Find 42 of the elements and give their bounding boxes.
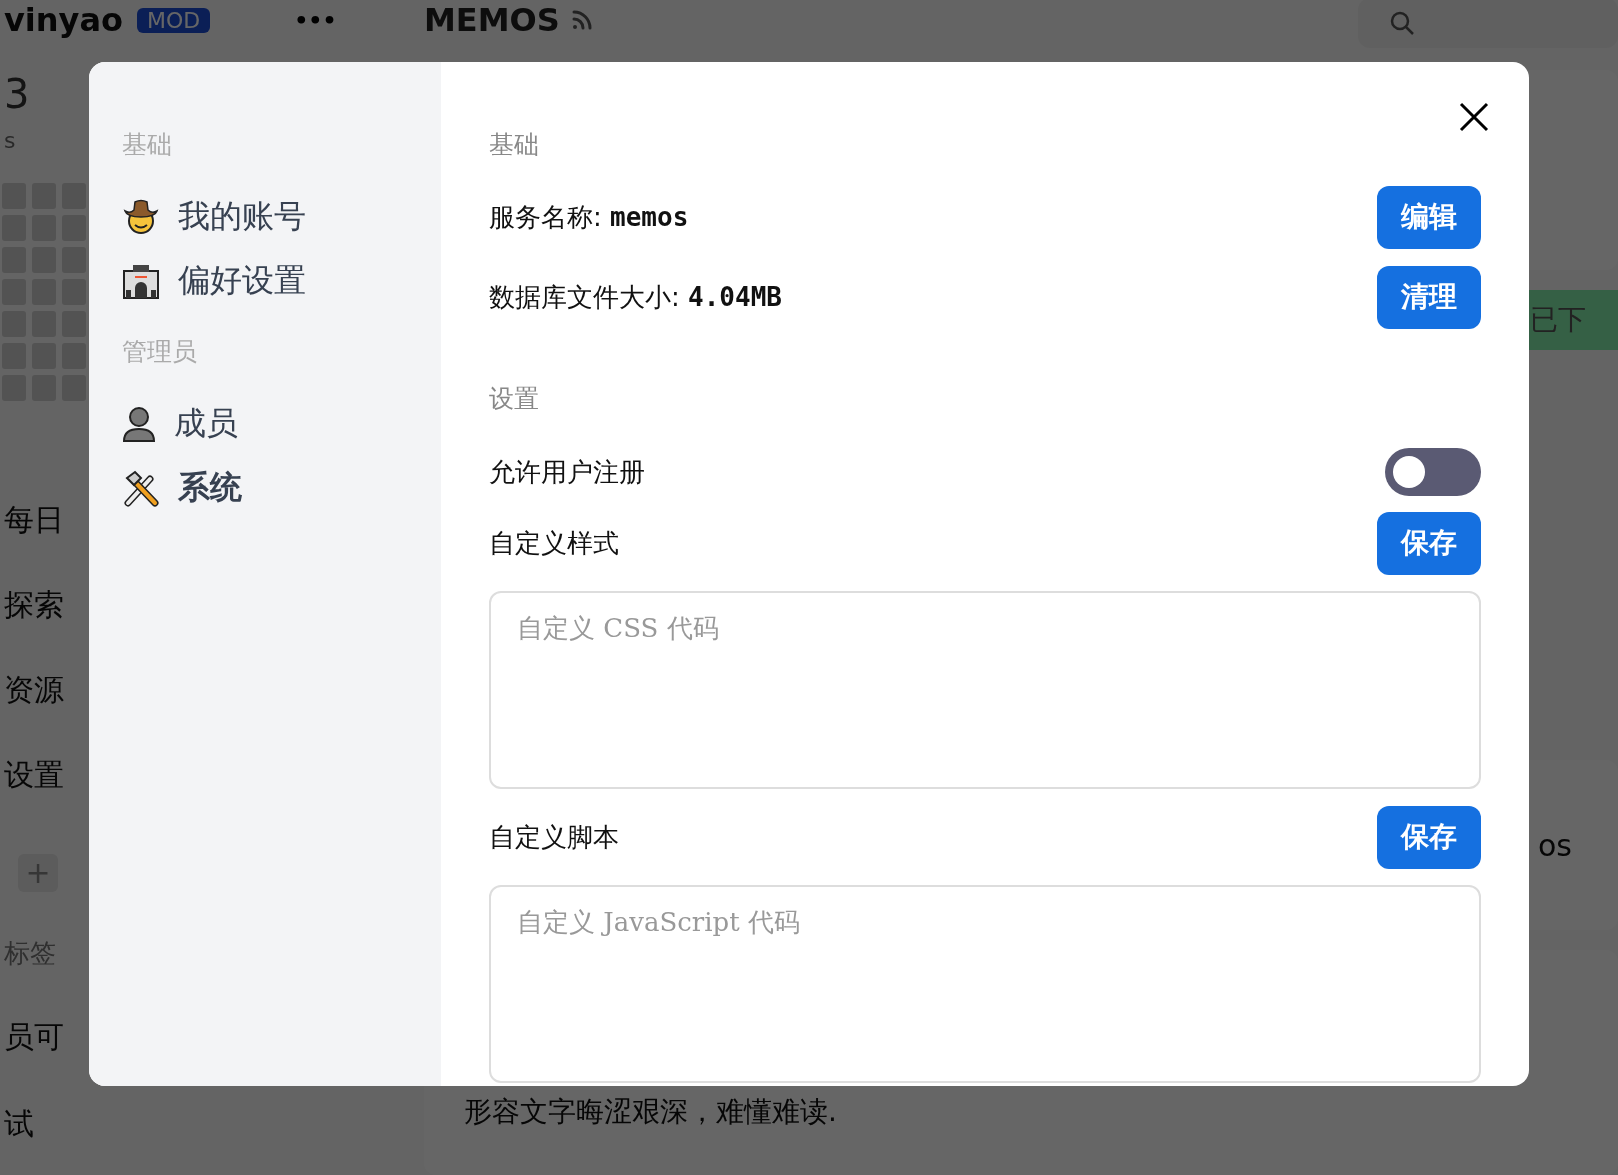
search-field[interactable] [1358, 0, 1618, 48]
mod-badge: MOD [137, 7, 211, 33]
sidebar-item[interactable]: 系统 [122, 456, 441, 520]
tag-item[interactable]: 员可 [4, 1017, 64, 1058]
nav-link[interactable]: 设置 [4, 755, 64, 796]
sidebar-item[interactable]: 偏好设置 [122, 249, 441, 313]
tag-item[interactable]: 试 [4, 1104, 34, 1145]
page-title: MEMOS [424, 1, 560, 39]
cowboy-face-icon [122, 198, 160, 236]
tools-icon [122, 469, 160, 507]
sidebar-item[interactable]: 我的账号 [122, 185, 441, 249]
code-field[interactable]: 自定义 CSS 代码 [489, 591, 1481, 789]
setting-label: 允许用户注册 [489, 455, 645, 489]
nav-link[interactable]: 每日 [4, 500, 64, 541]
stat-number: 3 [4, 74, 30, 114]
save-button[interactable]: 保存 [1377, 511, 1481, 575]
brand-name: vinyao [4, 1, 124, 39]
memo-text: os [1538, 827, 1572, 863]
sidebar-heading: 基础 [122, 129, 173, 161]
info-label: 数据库文件大小: 4.04MB [489, 280, 782, 314]
sidebar-heading: 管理员 [122, 336, 198, 368]
nav-link[interactable]: 探索 [4, 585, 64, 626]
section-heading: 设置 [489, 383, 540, 415]
more-button[interactable]: ••• [294, 7, 337, 33]
building-icon [122, 262, 160, 300]
nav-link[interactable]: 资源 [4, 670, 64, 711]
close-button[interactable] [1459, 102, 1489, 132]
action-button[interactable]: 清理 [1377, 265, 1481, 329]
search-icon [1388, 9, 1416, 37]
memo-text: 形容文字晦涩艰深，难懂难读. [464, 1094, 837, 1130]
section-heading: 基础 [489, 129, 540, 161]
setting-label: 自定义样式 [489, 526, 619, 560]
stat-label: s [4, 128, 16, 153]
save-button[interactable]: 保存 [1377, 805, 1481, 869]
setting-label: 自定义脚本 [489, 820, 619, 854]
info-label: 服务名称: memos [489, 200, 689, 234]
action-button[interactable]: 编辑 [1377, 185, 1481, 249]
person-icon [122, 405, 156, 443]
toggle-switch[interactable] [1385, 448, 1481, 496]
sidebar-item[interactable]: 成员 [122, 392, 441, 456]
close-icon [1459, 102, 1489, 132]
code-field[interactable]: 自定义 JavaScript 代码 [489, 885, 1481, 1083]
